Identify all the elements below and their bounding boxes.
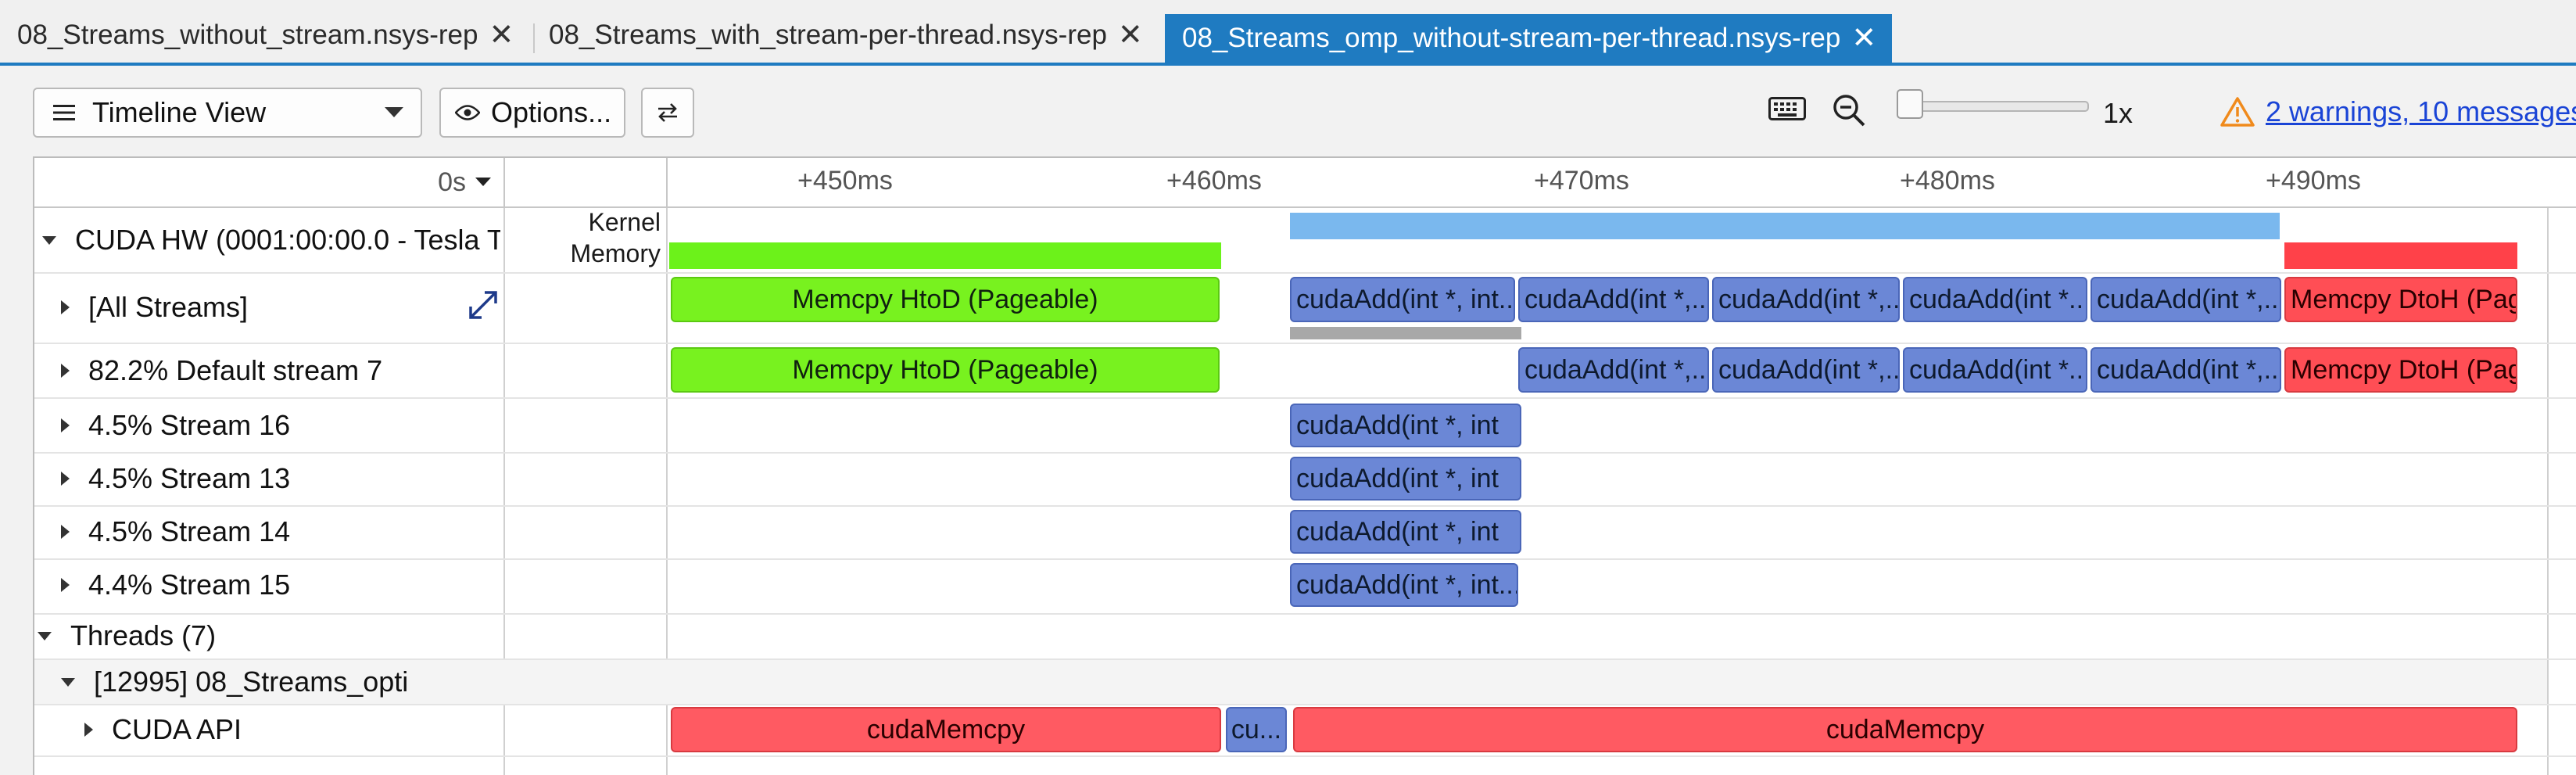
kernel-bar[interactable]: cudaAdd(int *, int... — [1290, 563, 1518, 607]
stream-row-16[interactable]: 4.5% Stream 16 — [61, 400, 290, 450]
collapse-icon[interactable] — [61, 677, 75, 687]
row-label: 4.5% Stream 14 — [88, 515, 291, 547]
scrollbar-track[interactable] — [2547, 158, 2549, 775]
chevron-down-icon[interactable] — [475, 178, 491, 187]
cuda-memcpy-api-bar[interactable]: cudaMemcpy — [1293, 707, 2517, 752]
kernel-bar[interactable]: cudaAdd(int *... — [1903, 277, 2087, 322]
expand-icon[interactable] — [84, 723, 93, 737]
expand-icon[interactable] — [61, 578, 70, 592]
swap-button[interactable] — [641, 88, 694, 138]
kernel-bar[interactable]: cudaAdd(int *, int — [1290, 510, 1521, 554]
row-label: 4.5% Stream 16 — [88, 409, 291, 441]
keyboard-icon[interactable] — [1768, 97, 1806, 124]
row-label: 4.5% Stream 13 — [88, 462, 291, 494]
kernel-bar[interactable]: cudaAdd(int *, int... — [1290, 277, 1515, 322]
row-label: 4.4% Stream 15 — [88, 569, 291, 601]
kernel-bar[interactable]: cudaAdd(int *, int — [1290, 404, 1521, 447]
close-icon[interactable]: ✕ — [489, 20, 514, 50]
zoom-slider-thumb[interactable] — [1897, 89, 1923, 119]
options-label: Options... — [491, 96, 612, 128]
row-label: [12995] 08_Streams_opti — [94, 666, 409, 698]
stream-row-14[interactable]: 4.5% Stream 14 — [61, 507, 290, 557]
ruler-label: +460ms — [1166, 166, 1262, 196]
kernel-bar[interactable]: cudaAdd(int *,... — [1518, 347, 1709, 393]
zoom-out-icon[interactable] — [1831, 92, 1867, 132]
ruler-label: +450ms — [797, 166, 893, 196]
ruler-label: +480ms — [1900, 166, 1995, 196]
memcpy-dtoh-bar[interactable]: Memcpy DtoH (Pag... — [2284, 277, 2517, 322]
kernel-utilization-strip[interactable] — [1290, 213, 2280, 239]
tab-label: 08_Streams_without_stream.nsys-rep — [17, 20, 478, 50]
warning-triangle-icon — [2220, 97, 2255, 131]
stream-row-13[interactable]: 4.5% Stream 13 — [61, 454, 290, 504]
expand-icon[interactable] — [61, 525, 70, 539]
kernel-bar[interactable]: cudaAdd(int *,... — [1712, 277, 1900, 322]
expand-icon[interactable] — [61, 300, 70, 314]
row-label: Threads (7) — [70, 619, 217, 651]
swap-arrows-icon — [656, 102, 679, 124]
row-label: 82.2% Default stream 7 — [88, 354, 383, 386]
row-label: [All Streams] — [88, 291, 249, 323]
toolbar: Timeline View Options... 1x 2 warnings, … — [0, 66, 2576, 158]
ruler-label: +490ms — [2266, 166, 2361, 196]
tab-bar: 08_Streams_without_stream.nsys-rep ✕ 08_… — [0, 0, 2576, 66]
zoom-slider-track[interactable] — [1898, 101, 2089, 112]
cuda-api-launch-bar[interactable]: cu... — [1226, 707, 1287, 752]
close-icon[interactable]: ✕ — [1851, 23, 1876, 53]
menu-icon — [53, 103, 75, 122]
time-ruler[interactable]: 0s +450ms +460ms +470ms +480ms +490ms — [34, 158, 2576, 208]
collapse-icon[interactable] — [38, 631, 52, 640]
kernel-bar[interactable]: cudaAdd(int *,... — [2091, 277, 2281, 322]
gpu-label: CUDA HW (0001:00:00.0 - Tesla T4 — [75, 224, 500, 256]
all-streams-row[interactable]: [All Streams] — [61, 275, 248, 339]
options-button[interactable]: Options... — [439, 88, 625, 138]
view-select[interactable]: Timeline View — [33, 88, 422, 138]
ruler-label: +470ms — [1534, 166, 1629, 196]
memory-sub-label: Memory — [570, 239, 661, 267]
stream-row-default-7[interactable]: 82.2% Default stream 7 — [61, 346, 382, 396]
overlap-indicator — [1290, 327, 1521, 339]
kernel-sub-label: Kernel — [588, 208, 661, 236]
gpu-row[interactable]: CUDA HW (0001:00:00.0 - Tesla T4 — [34, 208, 500, 272]
kernel-bar[interactable]: cudaAdd(int *,... — [2091, 347, 2281, 393]
cuda-api-row[interactable]: CUDA API — [84, 705, 242, 754]
nsight-systems-window: { "tabs": [ {"label": "08_Streams_withou… — [0, 0, 2576, 775]
time-origin: 0s — [438, 167, 466, 197]
kernel-bar[interactable]: cudaAdd(int *, int — [1290, 457, 1521, 501]
memcpy-htod-bar[interactable]: Memcpy HtoD (Pageable) — [671, 277, 1220, 322]
row-label: CUDA API — [112, 713, 242, 745]
view-select-label: Timeline View — [92, 96, 267, 128]
timeline-panel: 0s +450ms +460ms +470ms +480ms +490ms CU… — [33, 156, 2576, 775]
threads-row[interactable]: Threads (7) — [38, 615, 216, 657]
close-icon[interactable]: ✕ — [1118, 20, 1143, 50]
memcpy-dtoh-bar[interactable]: Memcpy DtoH (Pag... — [2284, 347, 2517, 393]
chevron-down-icon — [385, 107, 403, 118]
expand-arrows-icon[interactable] — [468, 289, 499, 325]
kernel-bar[interactable]: cudaAdd(int *... — [1903, 347, 2087, 393]
zoom-level: 1x — [2103, 97, 2134, 129]
expand-icon[interactable] — [61, 364, 70, 378]
tab-streams-with-stream-per-thread[interactable]: 08_Streams_with_stream-per-thread.nsys-r… — [532, 11, 1143, 59]
memory-utilization-strip[interactable] — [2284, 242, 2517, 269]
tab-label: 08_Streams_omp_without-stream-per-thread… — [1182, 23, 1841, 53]
expand-icon[interactable] — [61, 418, 70, 432]
cuda-memcpy-api-bar[interactable]: cudaMemcpy — [671, 707, 1221, 752]
kernel-bar[interactable]: cudaAdd(int *,... — [1712, 347, 1900, 393]
expand-icon[interactable] — [61, 472, 70, 486]
kernel-bar[interactable]: cudaAdd(int *,... — [1518, 277, 1709, 322]
tab-label: 08_Streams_with_stream-per-thread.nsys-r… — [549, 20, 1107, 50]
thread-row[interactable]: [12995] 08_Streams_opti — [61, 660, 408, 704]
eye-icon — [455, 104, 480, 121]
tab-streams-without-stream[interactable]: 08_Streams_without_stream.nsys-rep ✕ — [0, 11, 514, 59]
tab-streams-omp-active[interactable]: 08_Streams_omp_without-stream-per-thread… — [1165, 14, 1892, 63]
memcpy-htod-bar[interactable]: Memcpy HtoD (Pageable) — [671, 347, 1220, 393]
memory-utilization-strip[interactable] — [669, 242, 1221, 269]
collapse-icon[interactable] — [42, 235, 56, 245]
warnings-link[interactable]: 2 warnings, 10 messages — [2266, 95, 2576, 128]
stream-row-15[interactable]: 4.4% Stream 15 — [61, 560, 290, 610]
